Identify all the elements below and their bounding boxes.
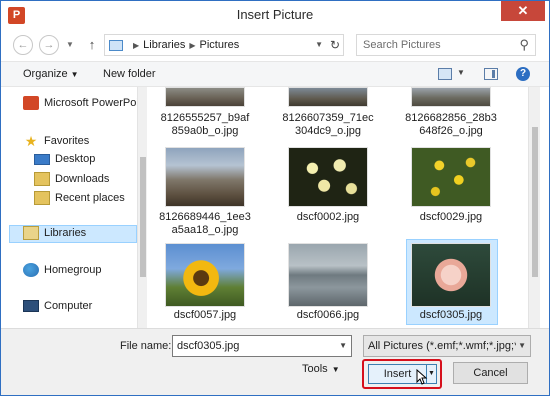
search-icon[interactable]: ⚲ [519, 37, 529, 53]
chevron-down-icon[interactable]: ▼ [339, 340, 347, 352]
computer-icon [23, 300, 39, 313]
powerpoint-icon [23, 96, 39, 110]
file-name-label[interactable]: 8126607359_71ec 304dc9_o.jpg [278, 112, 378, 138]
help-icon[interactable]: ? [516, 67, 530, 81]
file-name-label[interactable]: dscf0002.jpg [278, 211, 378, 224]
chevron-down-icon: ▼ [70, 70, 79, 79]
navigation-pane[interactable]: Microsoft PowerPoint ★ Favorites Desktop … [1, 87, 139, 328]
sidebar-item-libraries[interactable]: Libraries [9, 225, 137, 243]
file-thumbnail[interactable] [288, 243, 368, 307]
organize-button[interactable]: Organize ▼ [23, 68, 79, 80]
file-list-scrollbar[interactable] [528, 87, 540, 328]
file-thumbnail[interactable] [411, 147, 491, 207]
breadcrumb-separator-icon: ▶ [189, 41, 196, 50]
change-view-icon[interactable] [438, 68, 452, 80]
downloads-icon [34, 172, 50, 186]
refresh-icon[interactable]: ↻ [330, 37, 340, 53]
navigation-row: ← → ▼ ↑ ▶ Libraries ▶ Pictures ▼ ↻ Search P… [1, 31, 549, 59]
file-thumbnail[interactable] [411, 243, 491, 307]
tools-button[interactable]: Tools ▼ [302, 363, 340, 375]
file-type-filter[interactable]: All Pictures (*.emf;*.wmf;*.jpg;* ▼ [363, 335, 531, 357]
file-name-label[interactable]: 8126555257_b9af 859a0b_o.jpg [155, 112, 255, 138]
breadcrumb: ▶ Libraries ▶ Pictures [129, 39, 239, 51]
preview-pane-icon[interactable] [484, 68, 498, 80]
forward-button[interactable]: → [39, 35, 59, 55]
homegroup-icon [23, 263, 39, 277]
up-button[interactable]: ↑ [85, 35, 99, 55]
file-thumbnail[interactable] [165, 147, 245, 207]
pictures-folder-icon [109, 40, 123, 51]
breadcrumb-libraries[interactable]: Libraries [143, 39, 185, 51]
search-placeholder: Search Pictures [363, 39, 441, 51]
sidebar-item-homegroup[interactable]: Homegroup [23, 263, 101, 281]
sidebar-item-downloads[interactable]: Downloads [34, 172, 109, 190]
chevron-down-icon: ▼ [331, 365, 340, 374]
new-folder-button[interactable]: New folder [103, 68, 156, 80]
desktop-icon [34, 153, 50, 165]
file-name-label[interactable]: dscf0029.jpg [401, 211, 501, 224]
recent-locations-dropdown[interactable]: ▼ [64, 36, 76, 54]
file-name-label[interactable]: dscf0057.jpg [155, 309, 255, 322]
chevron-down-icon[interactable]: ▼ [518, 340, 526, 352]
file-name-label[interactable]: dscf0066.jpg [278, 309, 378, 322]
navigation-pane-scrollbar[interactable] [137, 87, 147, 328]
search-input[interactable]: Search Pictures ⚲ [356, 34, 536, 56]
sidebar-item-recent-places[interactable]: Recent places [34, 191, 125, 209]
file-name-field[interactable]: dscf0305.jpg ▼ [172, 335, 352, 357]
file-name-field-label: File name: [120, 340, 172, 352]
file-thumbnail[interactable] [165, 87, 245, 107]
cancel-button[interactable]: Cancel [453, 362, 528, 384]
scrollbar-thumb[interactable] [532, 127, 538, 277]
close-button[interactable]: ✕ [501, 1, 545, 21]
scrollbar-thumb[interactable] [140, 157, 146, 277]
libraries-icon [23, 226, 39, 240]
breadcrumb-separator-icon: ▶ [133, 41, 140, 50]
sidebar-item-desktop[interactable]: Desktop [34, 153, 95, 171]
recent-places-icon [34, 191, 50, 205]
file-name-label[interactable]: 8126689446_1ee3 a5aa18_o.jpg [155, 211, 255, 237]
view-options-dropdown[interactable]: ▼ [457, 68, 465, 77]
file-thumbnail[interactable] [288, 147, 368, 207]
chevron-down-icon[interactable]: ▼ [315, 38, 323, 52]
file-name-label[interactable]: dscf0305.jpg [401, 309, 501, 322]
insert-highlight-box: Insert ▼ [362, 359, 442, 389]
dialog-title: Insert Picture [236, 7, 314, 22]
sidebar-item-favorites[interactable]: ★ Favorites [23, 133, 90, 152]
sidebar-item-computer[interactable]: Computer [23, 300, 92, 318]
file-thumbnail[interactable] [288, 87, 368, 107]
file-name-value: dscf0305.jpg [177, 340, 240, 352]
file-list[interactable]: 8126555257_b9af 859a0b_o.jpg 8126607359_7… [148, 87, 528, 328]
star-icon: ★ [24, 133, 38, 149]
file-thumbnail[interactable] [165, 243, 245, 307]
command-toolbar: Organize ▼ New folder ▼ ? [1, 61, 549, 87]
back-button[interactable]: ← [13, 35, 33, 55]
file-type-value: All Pictures (*.emf;*.wmf;*.jpg;* [368, 340, 516, 352]
address-bar[interactable]: ▶ Libraries ▶ Pictures ▼ ↻ [104, 34, 344, 56]
mouse-pointer-icon [416, 369, 428, 385]
dialog-footer: File name: dscf0305.jpg ▼ All Pictures (… [1, 328, 549, 395]
title-bar[interactable]: P Insert Picture ✕ [1, 1, 549, 31]
breadcrumb-pictures[interactable]: Pictures [200, 39, 240, 51]
insert-options-dropdown[interactable]: ▼ [427, 364, 437, 384]
file-name-label[interactable]: 8126682856_28b3 648f26_o.jpg [401, 112, 501, 138]
insert-picture-dialog: P Insert Picture ✕ ← → ▼ ↑ ▶ Libraries ▶ Pi… [0, 0, 550, 396]
sidebar-item-microsoft-powerpoint[interactable]: Microsoft PowerPoint [23, 96, 139, 114]
file-thumbnail[interactable] [411, 87, 491, 107]
